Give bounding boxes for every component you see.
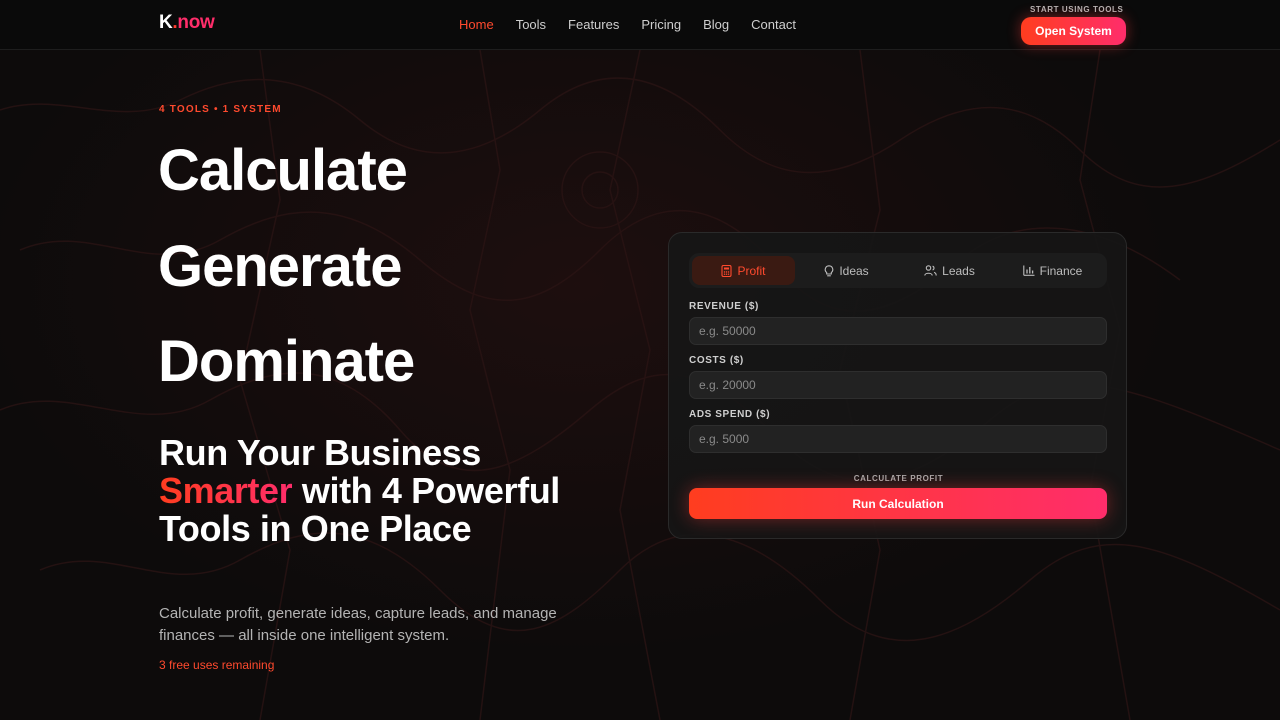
revenue-input[interactable] bbox=[689, 317, 1107, 345]
logo[interactable]: K.now bbox=[159, 12, 215, 34]
tool-tabs: Profit Ideas Leads Finance bbox=[689, 253, 1107, 288]
nav-features[interactable]: Features bbox=[568, 17, 619, 32]
site-header: K.now Home Tools Features Pricing Blog C… bbox=[0, 0, 1280, 50]
costs-input[interactable] bbox=[689, 371, 1107, 399]
hero-word-calculate: Calculate bbox=[158, 138, 408, 203]
tab-finance-label: Finance bbox=[1039, 263, 1083, 278]
calculator-icon bbox=[721, 264, 733, 277]
headline-accent: Smarter bbox=[159, 470, 293, 511]
calculate-profit-label: CALCULATE PROFIT bbox=[853, 474, 944, 483]
costs-label: COSTS ($) bbox=[689, 355, 744, 366]
headline-pre: Run Your Business bbox=[159, 432, 481, 473]
cta-label: START USING TOOLS bbox=[1030, 5, 1124, 14]
tab-profit[interactable]: Profit bbox=[692, 256, 795, 285]
nav-blog[interactable]: Blog bbox=[703, 17, 729, 32]
open-system-button[interactable]: Open System bbox=[1021, 17, 1126, 45]
bar-chart-icon bbox=[1022, 265, 1035, 276]
hero-eyebrow: 4 TOOLS • 1 SYSTEM bbox=[159, 104, 282, 115]
logo-now: now bbox=[177, 12, 215, 33]
tab-ideas-label: Ideas bbox=[839, 263, 869, 278]
nav-tools[interactable]: Tools bbox=[516, 17, 546, 32]
logo-k: K bbox=[159, 12, 173, 33]
nav-pricing[interactable]: Pricing bbox=[641, 17, 681, 32]
tool-card: Profit Ideas Leads Finance REVENUE ($) C… bbox=[668, 232, 1127, 539]
nav-contact[interactable]: Contact bbox=[751, 17, 796, 32]
main-nav: Home Tools Features Pricing Blog Contact bbox=[459, 17, 818, 32]
tab-leads-label: Leads bbox=[942, 263, 975, 278]
hero-subtitle: Calculate profit, generate ideas, captur… bbox=[159, 605, 557, 644]
tab-leads[interactable]: Leads bbox=[898, 256, 1001, 285]
lightbulb-icon bbox=[824, 264, 834, 277]
tab-ideas[interactable]: Ideas bbox=[795, 256, 898, 285]
nav-home[interactable]: Home bbox=[459, 17, 494, 32]
hero-word-generate: Generate bbox=[158, 234, 402, 299]
tab-profit-label: Profit bbox=[737, 263, 766, 278]
ads-spend-input[interactable] bbox=[689, 425, 1107, 453]
free-uses-remaining: 3 free uses remaining bbox=[159, 658, 275, 672]
users-icon bbox=[924, 265, 937, 276]
hero-headline: Run Your Business Smarter with 4 Powerfu… bbox=[159, 434, 599, 548]
run-calculation-button[interactable]: Run Calculation bbox=[689, 488, 1107, 519]
ads-spend-label: ADS SPEND ($) bbox=[689, 409, 771, 420]
tab-finance[interactable]: Finance bbox=[1001, 256, 1104, 285]
revenue-label: REVENUE ($) bbox=[689, 301, 759, 312]
hero-word-dominate: Dominate bbox=[158, 329, 415, 394]
